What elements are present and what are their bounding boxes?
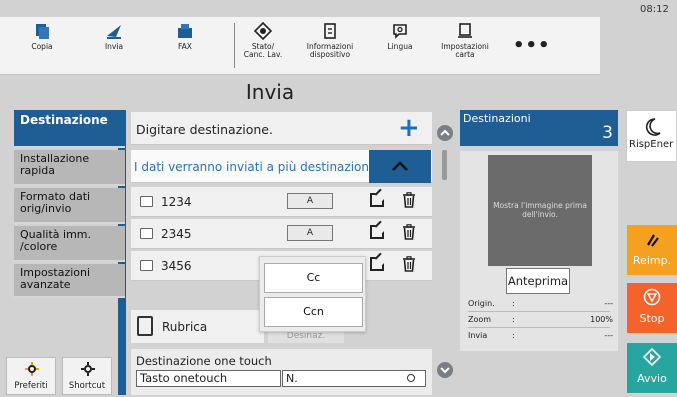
- toolbar-invia[interactable]: Invia: [92, 17, 136, 75]
- edit-icon[interactable]: [370, 257, 384, 271]
- preview-image: Mostra l'immagine prima dell'invio.: [488, 155, 592, 266]
- one-touch-number-field[interactable]: N.: [282, 370, 426, 387]
- destinations-count-panel: Destinazioni 3: [460, 110, 618, 146]
- toolbar-fax[interactable]: FAX: [163, 17, 207, 75]
- edit-icon[interactable]: [370, 193, 384, 207]
- paper-settings-icon: [458, 23, 472, 38]
- language-icon: [393, 24, 407, 39]
- search-icon[interactable]: [407, 374, 415, 382]
- start-icon: [643, 348, 661, 366]
- chevron-up-icon: [440, 129, 450, 136]
- preview-panel: Mostra l'immagine prima dell'invio. Ante…: [460, 151, 618, 351]
- scroll-down-button[interactable]: [437, 362, 453, 378]
- edit-icon[interactable]: [370, 225, 384, 239]
- info-row-origin: Origin.: ---: [468, 299, 613, 308]
- send-icon: [107, 25, 121, 39]
- info-row-invia: Invia: ---: [468, 331, 613, 340]
- fax-number-icon: [140, 260, 153, 271]
- divider: [468, 327, 610, 328]
- toolbar-separator: [234, 23, 235, 68]
- destination-row[interactable]: 1234 A: [131, 187, 432, 217]
- divider: [468, 311, 610, 312]
- toolbar-lingua[interactable]: Lingua: [378, 17, 422, 75]
- shortcut-button[interactable]: Shortcut: [62, 357, 112, 395]
- toolbar-device-info[interactable]: Informazioni dispositivo: [298, 17, 362, 75]
- destination-input-label: Digitare destinazione.: [136, 122, 273, 137]
- rubrica-button[interactable]: Rubrica: [131, 310, 264, 343]
- fax-number-icon: [140, 196, 153, 207]
- destination-type-button[interactable]: A: [287, 225, 333, 241]
- trash-icon[interactable]: [402, 192, 416, 208]
- cc-popup-menu: Cc Ccn: [259, 256, 366, 332]
- fax-icon: [178, 24, 192, 38]
- fax-number-icon: [140, 228, 153, 239]
- cc-option[interactable]: Cc: [264, 263, 363, 293]
- page-title: Invia: [245, 80, 295, 104]
- destination-type-button[interactable]: A: [287, 193, 333, 209]
- toolbar-paper-settings[interactable]: Impostazioni carta: [437, 17, 493, 75]
- start-button[interactable]: Avvio: [627, 343, 677, 393]
- toolbar-copia[interactable]: Copia: [20, 17, 64, 75]
- one-touch-panel: Destinazione one touch Tasto onetouch N.: [131, 349, 432, 395]
- address-book-icon: [137, 316, 153, 336]
- chevron-up-icon: [392, 161, 408, 171]
- device-info-icon: [324, 23, 336, 39]
- one-touch-key-field[interactable]: Tasto onetouch: [136, 370, 281, 387]
- destinations-count: 3: [602, 123, 613, 143]
- more-options-button[interactable]: •••: [513, 35, 551, 56]
- stop-icon: [643, 288, 661, 306]
- ccn-option[interactable]: Ccn: [264, 297, 363, 327]
- moon-icon: [645, 118, 661, 136]
- destination-input-row[interactable]: Digitare destinazione. +: [131, 112, 432, 145]
- add-destination-button[interactable]: +: [398, 113, 420, 143]
- job-status-icon: [254, 22, 272, 40]
- favorites-button[interactable]: Preferiti: [6, 357, 56, 395]
- energy-saver-button[interactable]: RispEner: [626, 110, 677, 162]
- menu-installazione-rapida[interactable]: Installazione rapida: [14, 150, 125, 186]
- menu-formato-dati[interactable]: Formato dati orig/invio: [14, 188, 125, 224]
- trash-icon[interactable]: [402, 256, 416, 272]
- anteprima-button[interactable]: Anteprima: [506, 268, 570, 294]
- trash-icon[interactable]: [402, 224, 416, 240]
- menu-impostazioni-avanzate[interactable]: Impostazioni avanzate: [14, 264, 125, 298]
- menu-destinazione[interactable]: Destinazione: [14, 110, 125, 148]
- one-touch-title: Destinazione one touch: [136, 354, 272, 368]
- scrollbar-thumb[interactable]: [442, 150, 447, 180]
- menu-qualita-immagine[interactable]: Qualità imm. /colore: [14, 226, 125, 262]
- info-row-zoom: Zoom:100%: [468, 315, 613, 324]
- destination-row[interactable]: 2345 A: [131, 219, 432, 249]
- favorites-gear-icon: [25, 362, 39, 376]
- copy-icon: [36, 24, 49, 39]
- reset-button[interactable]: Reimp.: [627, 225, 677, 275]
- clock: 08:12: [640, 4, 669, 15]
- shortcut-gear-icon: [81, 362, 95, 376]
- reset-icon: [647, 234, 659, 247]
- scroll-up-button[interactable]: [437, 125, 453, 141]
- toolbar-job-status[interactable]: Stato/ Canc. Lav.: [240, 17, 286, 75]
- stop-button[interactable]: Stop: [627, 283, 677, 333]
- collapse-list-button[interactable]: [369, 150, 431, 183]
- top-toolbar: Copia Invia FAX Stato/ Canc. Lav. Inform…: [0, 17, 600, 75]
- chevron-down-icon: [440, 367, 450, 374]
